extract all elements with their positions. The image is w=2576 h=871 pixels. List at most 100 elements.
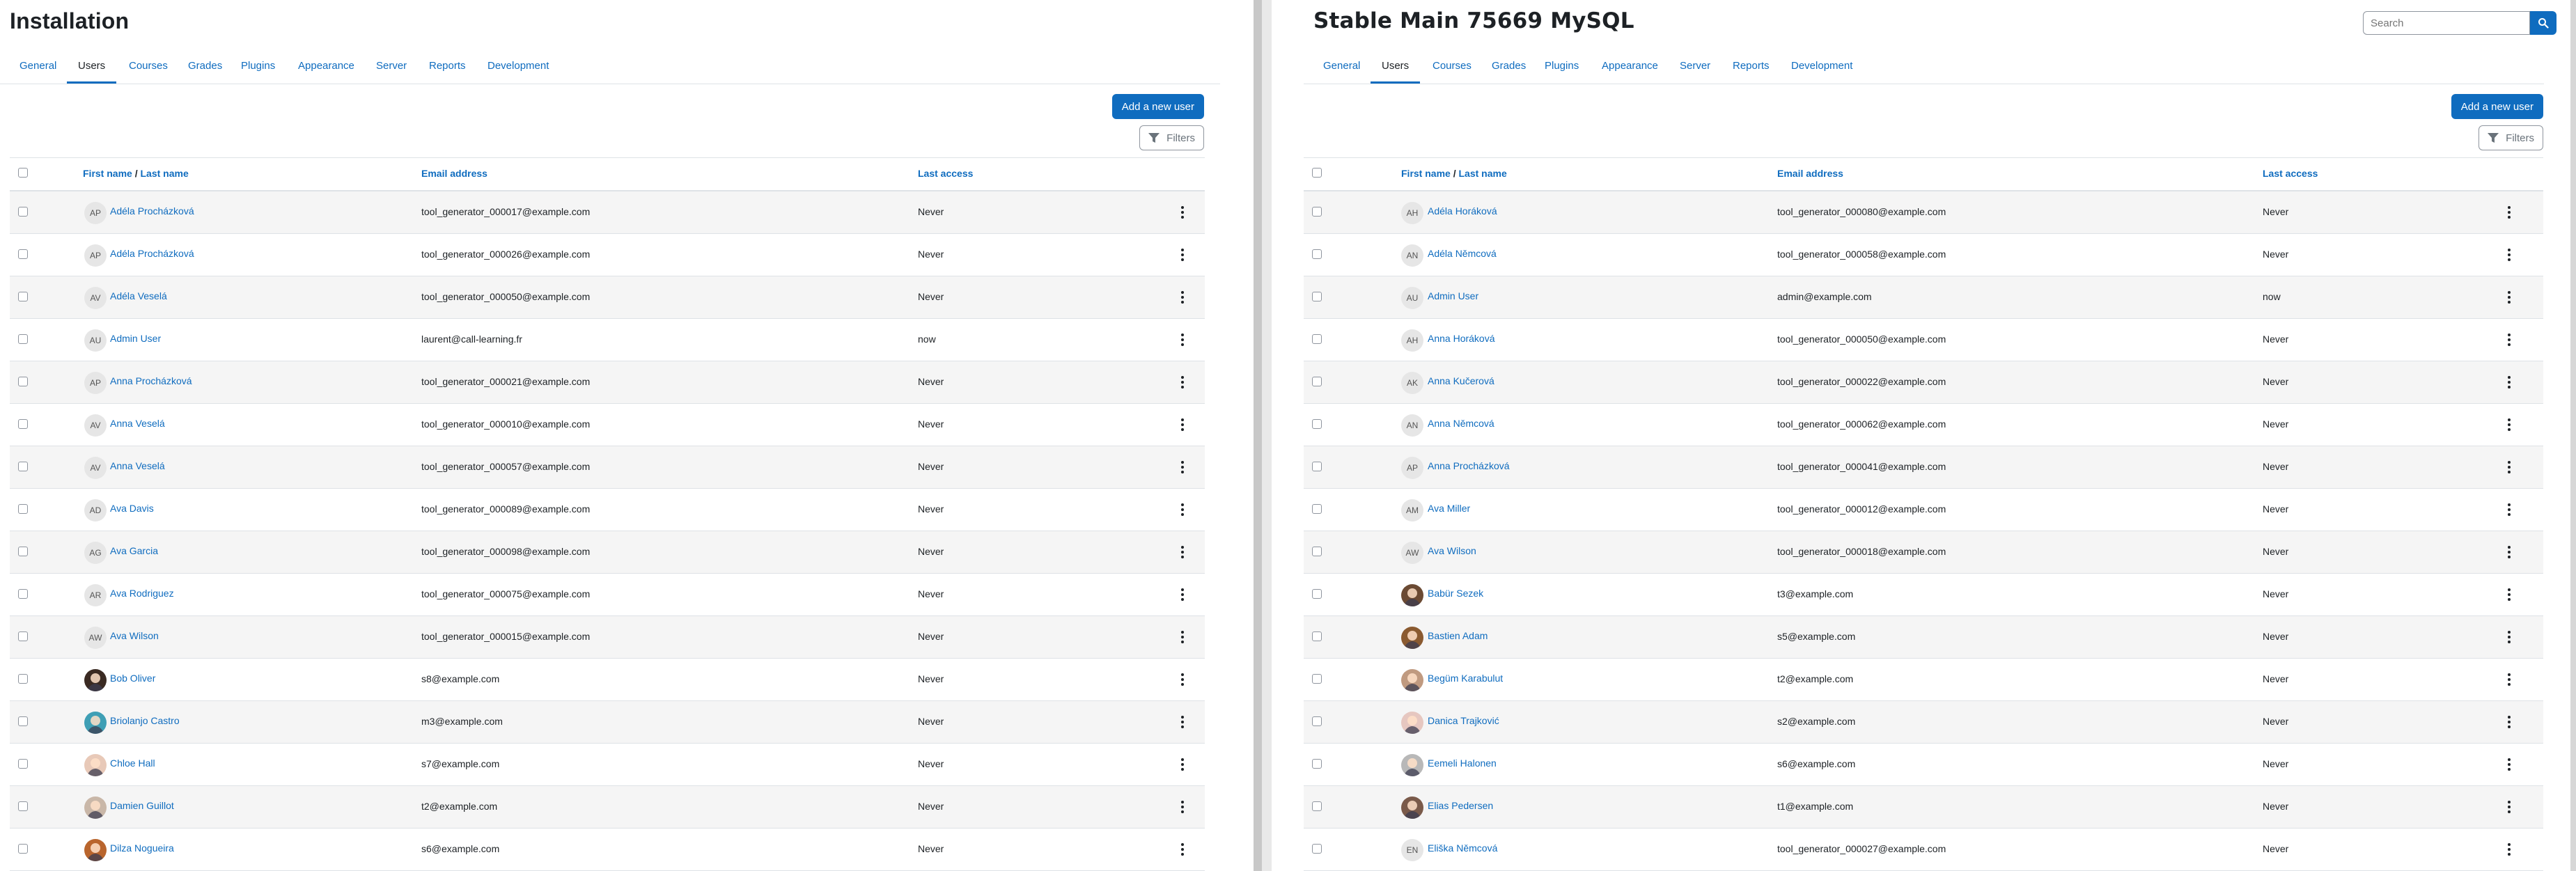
tab-reports[interactable]: Reports: [1733, 56, 1770, 81]
column-last-access[interactable]: Last access: [2263, 168, 2318, 179]
user-name-link[interactable]: Anna Kučerová: [1428, 375, 1494, 386]
row-checkbox[interactable]: [18, 207, 28, 217]
row-checkbox[interactable]: [1312, 759, 1322, 769]
kebab-menu-icon[interactable]: [1180, 291, 1185, 304]
user-name-link[interactable]: Adéla Procházková: [110, 205, 194, 217]
user-name-link[interactable]: Admin User: [1428, 290, 1478, 301]
row-checkbox[interactable]: [18, 462, 28, 471]
kebab-menu-icon[interactable]: [2507, 631, 2511, 643]
kebab-menu-icon[interactable]: [2507, 461, 2511, 473]
row-checkbox[interactable]: [18, 716, 28, 726]
tab-appearance[interactable]: Appearance: [298, 56, 354, 81]
tab-users[interactable]: Users: [67, 56, 117, 84]
row-checkbox[interactable]: [1312, 462, 1322, 471]
search-input[interactable]: [2363, 11, 2530, 35]
tab-reports[interactable]: Reports: [429, 56, 466, 81]
tab-plugins[interactable]: Plugins: [1545, 56, 1579, 81]
kebab-menu-icon[interactable]: [2507, 843, 2511, 856]
user-name-link[interactable]: Begüm Karabulut: [1428, 673, 1503, 684]
sort-first-name[interactable]: First name: [1401, 168, 1451, 179]
row-checkbox[interactable]: [18, 547, 28, 556]
tab-plugins[interactable]: Plugins: [241, 56, 275, 81]
kebab-menu-icon[interactable]: [1180, 673, 1185, 686]
row-checkbox[interactable]: [1312, 207, 1322, 217]
row-checkbox[interactable]: [1312, 589, 1322, 599]
row-checkbox[interactable]: [18, 292, 28, 301]
user-name-link[interactable]: Adéla Veselá: [110, 290, 167, 301]
tab-grades[interactable]: Grades: [188, 56, 222, 81]
kebab-menu-icon[interactable]: [1180, 503, 1185, 516]
tab-courses[interactable]: Courses: [129, 56, 168, 81]
kebab-menu-icon[interactable]: [2507, 249, 2511, 261]
row-checkbox[interactable]: [1312, 716, 1322, 726]
row-checkbox[interactable]: [1312, 547, 1322, 556]
user-name-link[interactable]: Briolanjo Castro: [110, 715, 180, 726]
row-checkbox[interactable]: [18, 631, 28, 641]
row-checkbox[interactable]: [1312, 631, 1322, 641]
kebab-menu-icon[interactable]: [2507, 334, 2511, 346]
kebab-menu-icon[interactable]: [1180, 631, 1185, 643]
row-checkbox[interactable]: [1312, 674, 1322, 684]
row-checkbox[interactable]: [18, 674, 28, 684]
kebab-menu-icon[interactable]: [1180, 249, 1185, 261]
sort-last-name[interactable]: Last name: [1458, 168, 1506, 179]
tab-development[interactable]: Development: [1791, 56, 1852, 81]
column-last-access[interactable]: Last access: [918, 168, 973, 179]
row-checkbox[interactable]: [18, 844, 28, 854]
kebab-menu-icon[interactable]: [2507, 758, 2511, 771]
kebab-menu-icon[interactable]: [2507, 588, 2511, 601]
tab-server[interactable]: Server: [1680, 56, 1710, 81]
row-checkbox[interactable]: [18, 419, 28, 429]
tab-general[interactable]: General: [1323, 56, 1360, 81]
scrollbar[interactable]: [2570, 0, 2576, 871]
kebab-menu-icon[interactable]: [1180, 206, 1185, 219]
user-name-link[interactable]: Adéla Procházková: [110, 248, 194, 259]
row-checkbox[interactable]: [1312, 844, 1322, 854]
user-name-link[interactable]: Ava Miller: [1428, 503, 1470, 514]
user-name-link[interactable]: Ava Rodriguez: [110, 588, 174, 599]
kebab-menu-icon[interactable]: [1180, 461, 1185, 473]
user-name-link[interactable]: Babür Sezek: [1428, 588, 1483, 599]
row-checkbox[interactable]: [1312, 292, 1322, 301]
tab-server[interactable]: Server: [376, 56, 407, 81]
row-checkbox[interactable]: [18, 589, 28, 599]
user-name-link[interactable]: Danica Trajković: [1428, 715, 1499, 726]
column-email[interactable]: Email address: [1777, 168, 1843, 179]
sort-last-name[interactable]: Last name: [140, 168, 188, 179]
row-checkbox[interactable]: [1312, 504, 1322, 514]
tab-courses[interactable]: Courses: [1433, 56, 1472, 81]
user-name-link[interactable]: Damien Guillot: [110, 800, 174, 811]
row-checkbox[interactable]: [18, 759, 28, 769]
kebab-menu-icon[interactable]: [1180, 843, 1185, 856]
kebab-menu-icon[interactable]: [2507, 503, 2511, 516]
column-email[interactable]: Email address: [421, 168, 487, 179]
tab-development[interactable]: Development: [487, 56, 549, 81]
user-name-link[interactable]: Dilza Nogueira: [110, 842, 174, 854]
user-name-link[interactable]: Adéla Horáková: [1428, 205, 1497, 217]
filters-button[interactable]: Filters: [2479, 125, 2543, 150]
user-name-link[interactable]: Admin User: [110, 333, 161, 344]
kebab-menu-icon[interactable]: [2507, 673, 2511, 686]
filters-button[interactable]: Filters: [1139, 125, 1204, 150]
kebab-menu-icon[interactable]: [2507, 716, 2511, 728]
user-name-link[interactable]: Ava Davis: [110, 503, 154, 514]
user-name-link[interactable]: Ava Wilson: [110, 630, 159, 641]
search-button[interactable]: [2530, 11, 2557, 35]
kebab-menu-icon[interactable]: [1180, 758, 1185, 771]
kebab-menu-icon[interactable]: [1180, 588, 1185, 601]
add-user-button[interactable]: Add a new user: [1111, 94, 1204, 119]
user-name-link[interactable]: Anna Němcová: [1428, 418, 1494, 429]
kebab-menu-icon[interactable]: [1180, 546, 1185, 558]
kebab-menu-icon[interactable]: [1180, 334, 1185, 346]
user-name-link[interactable]: Anna Procházková: [1428, 460, 1510, 471]
row-checkbox[interactable]: [18, 377, 28, 386]
kebab-menu-icon[interactable]: [2507, 546, 2511, 558]
row-checkbox[interactable]: [1312, 419, 1322, 429]
row-checkbox[interactable]: [1312, 801, 1322, 811]
row-checkbox[interactable]: [18, 249, 28, 259]
user-name-link[interactable]: Elias Pedersen: [1428, 800, 1493, 811]
window-divider[interactable]: [1254, 0, 1272, 871]
select-all-checkbox[interactable]: [1312, 168, 1322, 178]
sort-first-name[interactable]: First name: [83, 168, 132, 179]
kebab-menu-icon[interactable]: [2507, 376, 2511, 389]
